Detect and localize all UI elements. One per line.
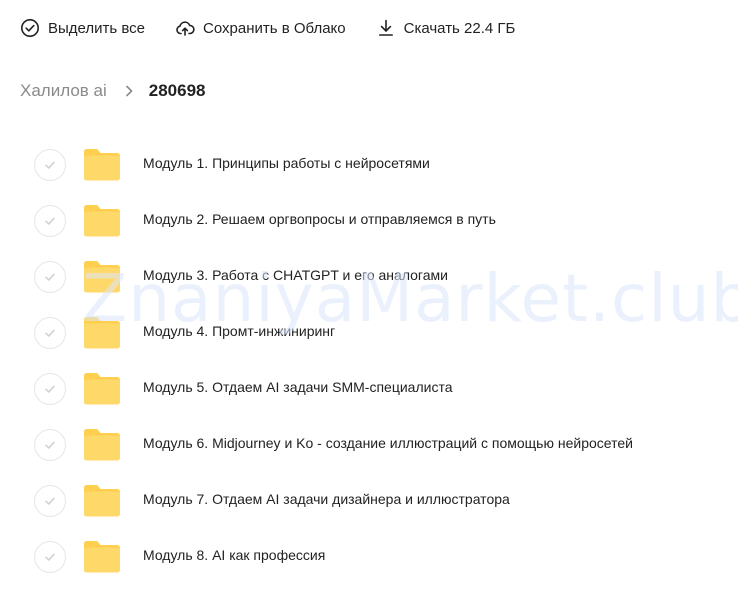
breadcrumb-current: 280698 xyxy=(148,81,206,100)
folder-icon xyxy=(82,148,122,181)
breadcrumb: Халилов ai 280698 xyxy=(20,78,206,104)
folder-icon xyxy=(82,540,122,573)
row-select-checkbox[interactable] xyxy=(34,429,66,461)
row-select-checkbox[interactable] xyxy=(34,261,66,293)
download-button[interactable]: Скачать 22.4 ГБ xyxy=(376,14,516,42)
folder-icon xyxy=(82,372,122,405)
file-row[interactable]: Модуль 3. Работа с CHATGPT и его аналога… xyxy=(0,248,738,304)
file-row[interactable]: Модуль 4. Промт-инжиниринг xyxy=(0,304,738,360)
folder-icon xyxy=(82,428,122,461)
file-row[interactable]: Модуль 2. Решаем оргвопросы и отправляем… xyxy=(0,192,738,248)
cloud-upload-icon xyxy=(175,18,195,38)
file-row[interactable]: Модуль 6. Midjourney и Ko - создание илл… xyxy=(0,416,738,472)
breadcrumb-parent[interactable]: Халилов ai xyxy=(20,81,107,101)
download-label: Скачать 22.4 ГБ xyxy=(403,19,516,37)
select-all-label: Выделить все xyxy=(48,19,146,37)
toolbar: Выделить все Сохранить в Облако Скачать … xyxy=(20,14,545,42)
file-name: Модуль 1. Принципы работы с нейросетями xyxy=(143,155,430,171)
row-select-checkbox[interactable] xyxy=(34,205,66,237)
file-name: Модуль 6. Midjourney и Ko - создание илл… xyxy=(143,435,633,451)
file-name: Модуль 8. AI как профессия xyxy=(143,547,326,563)
save-to-cloud-label: Сохранить в Облако xyxy=(203,19,346,37)
folder-icon xyxy=(82,316,122,349)
row-select-checkbox[interactable] xyxy=(34,485,66,517)
row-select-checkbox[interactable] xyxy=(34,541,66,573)
file-name: Модуль 3. Работа с CHATGPT и его аналога… xyxy=(143,267,448,283)
file-name: Модуль 7. Отдаем AI задачи дизайнера и и… xyxy=(143,491,510,507)
file-row[interactable]: Модуль 5. Отдаем AI задачи SMM-специалис… xyxy=(0,360,738,416)
chevron-right-icon xyxy=(118,80,140,102)
file-name: Модуль 5. Отдаем AI задачи SMM-специалис… xyxy=(143,379,453,395)
file-row[interactable]: Модуль 7. Отдаем AI задачи дизайнера и и… xyxy=(0,472,738,528)
file-name: Модуль 4. Промт-инжиниринг xyxy=(143,323,336,339)
check-circle-icon xyxy=(20,18,40,38)
row-select-checkbox[interactable] xyxy=(34,317,66,349)
file-row[interactable]: Модуль 8. AI как профессия xyxy=(0,528,738,584)
file-browser: Выделить все Сохранить в Облако Скачать … xyxy=(0,0,738,604)
select-all-button[interactable]: Выделить все xyxy=(20,14,145,42)
file-list: Модуль 1. Принципы работы с нейросетями … xyxy=(0,136,738,584)
download-icon xyxy=(376,18,396,38)
file-name: Модуль 2. Решаем оргвопросы и отправляем… xyxy=(143,211,496,227)
file-row[interactable]: Модуль 1. Принципы работы с нейросетями xyxy=(0,136,738,192)
save-to-cloud-button[interactable]: Сохранить в Облако xyxy=(175,14,346,42)
row-select-checkbox[interactable] xyxy=(34,373,66,405)
folder-icon xyxy=(82,260,122,293)
folder-icon xyxy=(82,484,122,517)
folder-icon xyxy=(82,204,122,237)
row-select-checkbox[interactable] xyxy=(34,149,66,181)
